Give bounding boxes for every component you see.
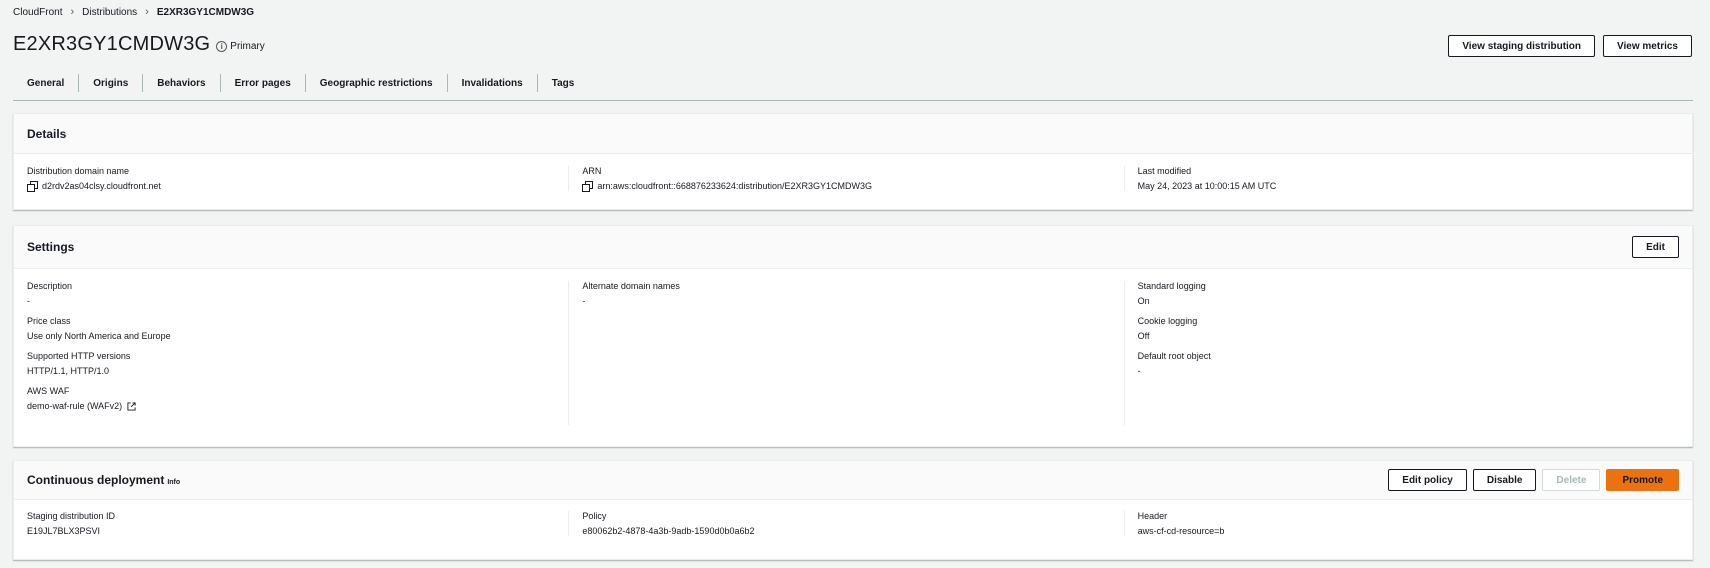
cd-col-policy: Policy e80062b2-4878-4a3b-9adb-1590d0b0a… [568,511,1123,536]
continuous-deployment-heading: Continuous deployment [27,473,165,487]
tab-general[interactable]: General [13,74,80,92]
tab-origins[interactable]: Origins [79,74,144,92]
copy-icon[interactable] [582,181,594,192]
standard-logging-label: Standard logging [1137,281,1206,291]
details-col-modified: Last modified May 24, 2023 at 10:00:15 A… [1123,166,1679,191]
continuous-deployment-actions: Edit policy Disable Delete Promote [1388,469,1679,491]
breadcrumb-cloudfront[interactable]: CloudFront [13,7,62,18]
settings-col-logging: Standard logging On Cookie logging Off D… [1123,281,1679,425]
staging-distribution-id-label: Staging distribution ID [27,511,116,521]
promote-button[interactable]: Promote [1606,469,1679,491]
details-header: Details [14,114,1692,154]
domain-label: Distribution domain name [27,166,130,176]
tab-invalidations[interactable]: Invalidations [448,74,538,92]
description-value: - [27,296,30,306]
tab-geographic-restrictions[interactable]: Geographic restrictions [306,74,448,92]
last-modified-value: May 24, 2023 at 10:00:15 AM UTC [1137,181,1277,191]
tab-list: General Origins Behaviors Error pages Ge… [13,66,1693,101]
page-title: E2XR3GY1CMDW3G [13,33,211,55]
cd-col-header: Header aws-cf-cd-resource=b [1123,511,1679,536]
http-versions-label: Supported HTTP versions [27,351,131,361]
header-actions: View staging distribution View metrics [1448,35,1692,57]
last-modified-label: Last modified [1137,166,1192,176]
external-link-icon[interactable] [127,401,136,411]
settings-panel: Settings Edit Description - Price class … [13,225,1693,447]
continuous-deployment-body: Staging distribution ID E19JL7BLX3PSVI P… [14,500,1692,548]
price-class-label: Price class [27,316,71,326]
continuous-deployment-panel: Continuous deployment Info Edit policy D… [13,460,1693,560]
delete-button: Delete [1542,469,1601,491]
copy-icon[interactable] [27,181,38,192]
settings-body: Description - Price class Use only North… [14,269,1692,437]
details-body: Distribution domain name d2rdv2as04clsy.… [14,154,1692,203]
alternate-domains-value: - [582,296,586,306]
settings-col-general: Description - Price class Use only North… [27,281,568,425]
breadcrumb-current: E2XR3GY1CMDW3G [156,6,255,18]
tab-behaviors[interactable]: Behaviors [143,74,221,92]
view-staging-distribution-button[interactable]: View staging distribution [1448,35,1596,57]
chevron-right-icon: › [70,6,75,18]
details-col-domain: Distribution domain name d2rdv2as04clsy.… [27,166,568,192]
price-class-value: Use only North America and Europe [27,331,171,341]
default-root-object-label: Default root object [1137,351,1211,361]
settings-title: Settings [27,240,75,254]
edit-policy-button[interactable]: Edit policy [1388,469,1467,491]
continuous-deployment-header: Continuous deployment Info Edit policy D… [14,461,1692,500]
settings-edit-button[interactable]: Edit [1632,236,1679,258]
policy-value: e80062b2-4878-4a3b-9adb-1590d0b0a6b2 [582,526,755,536]
arn-label: ARN [582,166,602,176]
aws-waf-label: AWS WAF [27,386,70,396]
domain-value: d2rdv2as04clsy.cloudfront.net [42,181,161,191]
primary-badge: i Primary [216,41,265,52]
alternate-domains-label: Alternate domain names [582,281,680,291]
cookie-logging-value: Off [1137,331,1150,341]
info-link[interactable]: Info [167,479,180,486]
page-header: E2XR3GY1CMDW3G i Primary [13,33,265,56]
tab-error-pages[interactable]: Error pages [221,74,306,92]
chevron-right-icon: › [145,6,149,18]
settings-col-alternate: Alternate domain names - [568,281,1123,425]
disable-button[interactable]: Disable [1472,469,1537,491]
settings-header: Settings Edit [14,226,1692,269]
staging-distribution-id-value: E19JL7BLX3PSVI [27,526,101,536]
breadcrumb: CloudFront › Distributions › E2XR3GY1CMD… [13,6,254,18]
aws-waf-link[interactable]: demo-waf-rule (WAFv2) [27,401,122,411]
tab-tags[interactable]: Tags [538,74,589,92]
policy-label: Policy [582,511,607,521]
details-title: Details [27,126,67,141]
header-value: aws-cf-cd-resource=b [1137,526,1225,536]
primary-badge-label: Primary [230,41,265,52]
cd-col-staging: Staging distribution ID E19JL7BLX3PSVI [27,511,568,536]
arn-value: arn:aws:cloudfront::668876233624:distrib… [597,181,872,191]
description-label: Description [27,281,73,291]
details-col-arn: ARN arn:aws:cloudfront::668876233624:dis… [568,166,1123,192]
breadcrumb-distributions[interactable]: Distributions [82,7,137,18]
cookie-logging-label: Cookie logging [1137,316,1198,326]
info-icon: i [216,41,228,52]
header-label: Header [1137,511,1168,521]
continuous-deployment-title: Continuous deployment Info [27,473,180,487]
details-panel: Details Distribution domain name d2rdv2a… [13,113,1693,210]
view-metrics-button[interactable]: View metrics [1603,35,1692,57]
standard-logging-value: On [1137,296,1150,306]
http-versions-value: HTTP/1.1, HTTP/1.0 [27,366,110,376]
default-root-object-value: - [1137,366,1141,376]
